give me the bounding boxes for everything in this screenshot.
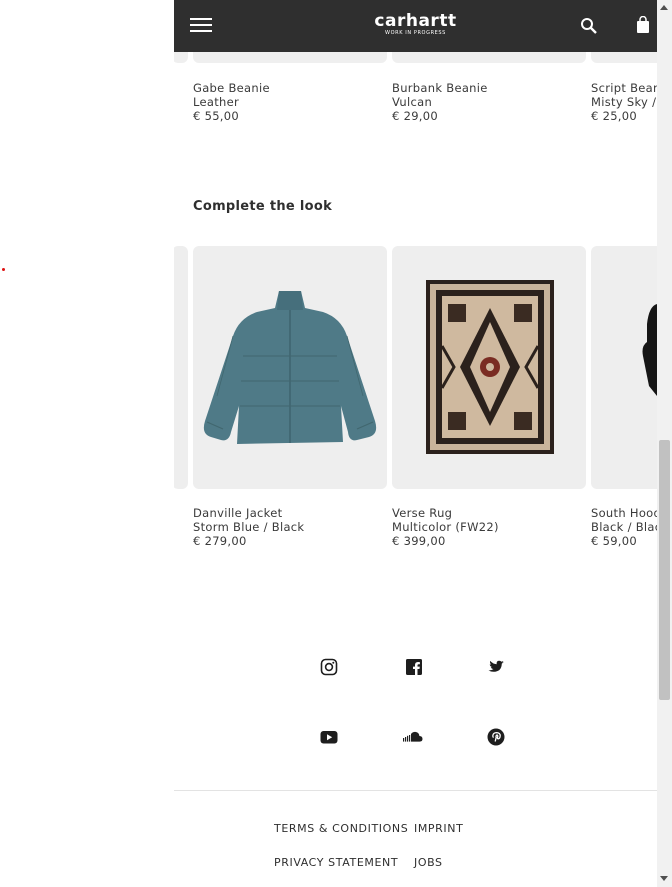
product-card-partial[interactable] xyxy=(174,246,188,489)
product-price: € 59,00 xyxy=(591,534,637,548)
product-card-danville-jacket[interactable] xyxy=(193,246,387,489)
product-name: Script Beanie xyxy=(591,81,657,95)
scroll-up-arrow-icon[interactable] xyxy=(660,5,668,10)
product-info[interactable]: Danville Jacket Storm Blue / Black € 279… xyxy=(193,506,304,548)
jacket-image xyxy=(203,291,377,444)
product-name: South Hood xyxy=(591,506,657,520)
product-info[interactable]: Burbank Beanie Vulcan € 29,00 xyxy=(392,81,488,123)
product-card-script-beanie[interactable] xyxy=(591,52,657,63)
mobile-viewport: carhartt WORK IN PROGRESS Gabe Beanie Le… xyxy=(174,0,657,887)
scroll-down-arrow-icon[interactable] xyxy=(660,876,668,881)
product-name: Burbank Beanie xyxy=(392,81,488,95)
product-info[interactable]: South Hood Black / Black € 59,00 xyxy=(591,506,657,548)
product-variant: Storm Blue / Black xyxy=(193,520,305,534)
vertical-scrollbar[interactable] xyxy=(657,0,672,887)
footer-link-jobs[interactable]: JOBS xyxy=(414,856,443,869)
product-info[interactable]: Script Beanie Misty Sky / € 25,00 xyxy=(591,81,657,123)
product-price: € 55,00 xyxy=(193,109,239,123)
scrollbar-thumb[interactable] xyxy=(659,440,670,700)
product-info[interactable]: Verse Rug Multicolor (FW22) € 399,00 xyxy=(392,506,499,548)
instagram-icon[interactable] xyxy=(319,657,339,677)
product-card-burbank-beanie[interactable] xyxy=(392,52,586,63)
product-info[interactable]: Gabe Beanie Leather € 55,00 xyxy=(193,81,270,123)
product-price: € 25,00 xyxy=(591,109,637,123)
site-header: carhartt WORK IN PROGRESS xyxy=(174,0,657,52)
product-variant: Vulcan xyxy=(392,95,433,109)
footer-link-imprint[interactable]: IMPRINT xyxy=(414,822,463,835)
shopping-bag-icon[interactable] xyxy=(636,16,650,34)
soundcloud-icon[interactable] xyxy=(401,727,425,747)
hood-image xyxy=(642,304,657,396)
youtube-icon[interactable] xyxy=(319,727,339,747)
footer-link-privacy[interactable]: PRIVACY STATEMENT xyxy=(274,856,398,869)
product-card-verse-rug[interactable] xyxy=(392,246,586,489)
product-card-gabe-beanie[interactable] xyxy=(193,52,387,63)
product-card-partial[interactable] xyxy=(174,52,188,63)
section-title-complete-the-look: Complete the look xyxy=(193,199,333,214)
product-name: Danville Jacket xyxy=(193,506,283,520)
facebook-icon[interactable] xyxy=(404,657,424,677)
product-name: Gabe Beanie xyxy=(193,81,270,95)
product-price: € 29,00 xyxy=(392,109,438,123)
footer-divider xyxy=(174,790,657,791)
product-price: € 279,00 xyxy=(193,534,247,548)
red-marker-dot xyxy=(2,268,5,271)
footer-link-terms[interactable]: TERMS & CONDITIONS xyxy=(274,822,408,835)
product-card-south-hood[interactable] xyxy=(591,246,657,489)
rug-image xyxy=(426,280,554,454)
product-variant: Multicolor (FW22) xyxy=(392,520,499,534)
pinterest-icon[interactable] xyxy=(486,727,506,747)
product-name: Verse Rug xyxy=(392,506,453,520)
product-price: € 399,00 xyxy=(392,534,446,548)
twitter-icon[interactable] xyxy=(486,657,506,677)
product-variant: Misty Sky / xyxy=(591,95,657,109)
product-variant: Leather xyxy=(193,95,240,109)
search-icon[interactable] xyxy=(580,17,598,35)
page-left-margin xyxy=(0,0,174,887)
product-variant: Black / Black xyxy=(591,520,657,534)
